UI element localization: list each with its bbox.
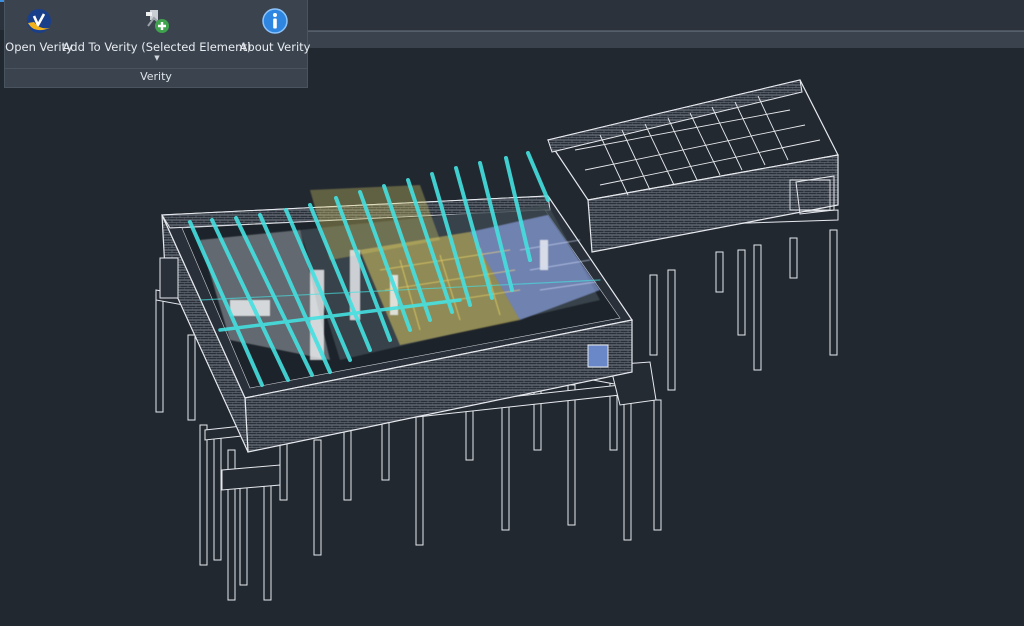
upper-wing-walls bbox=[547, 79, 839, 253]
3d-model-viewport[interactable] bbox=[0, 48, 1024, 626]
building-wireframe-model bbox=[155, 79, 839, 601]
